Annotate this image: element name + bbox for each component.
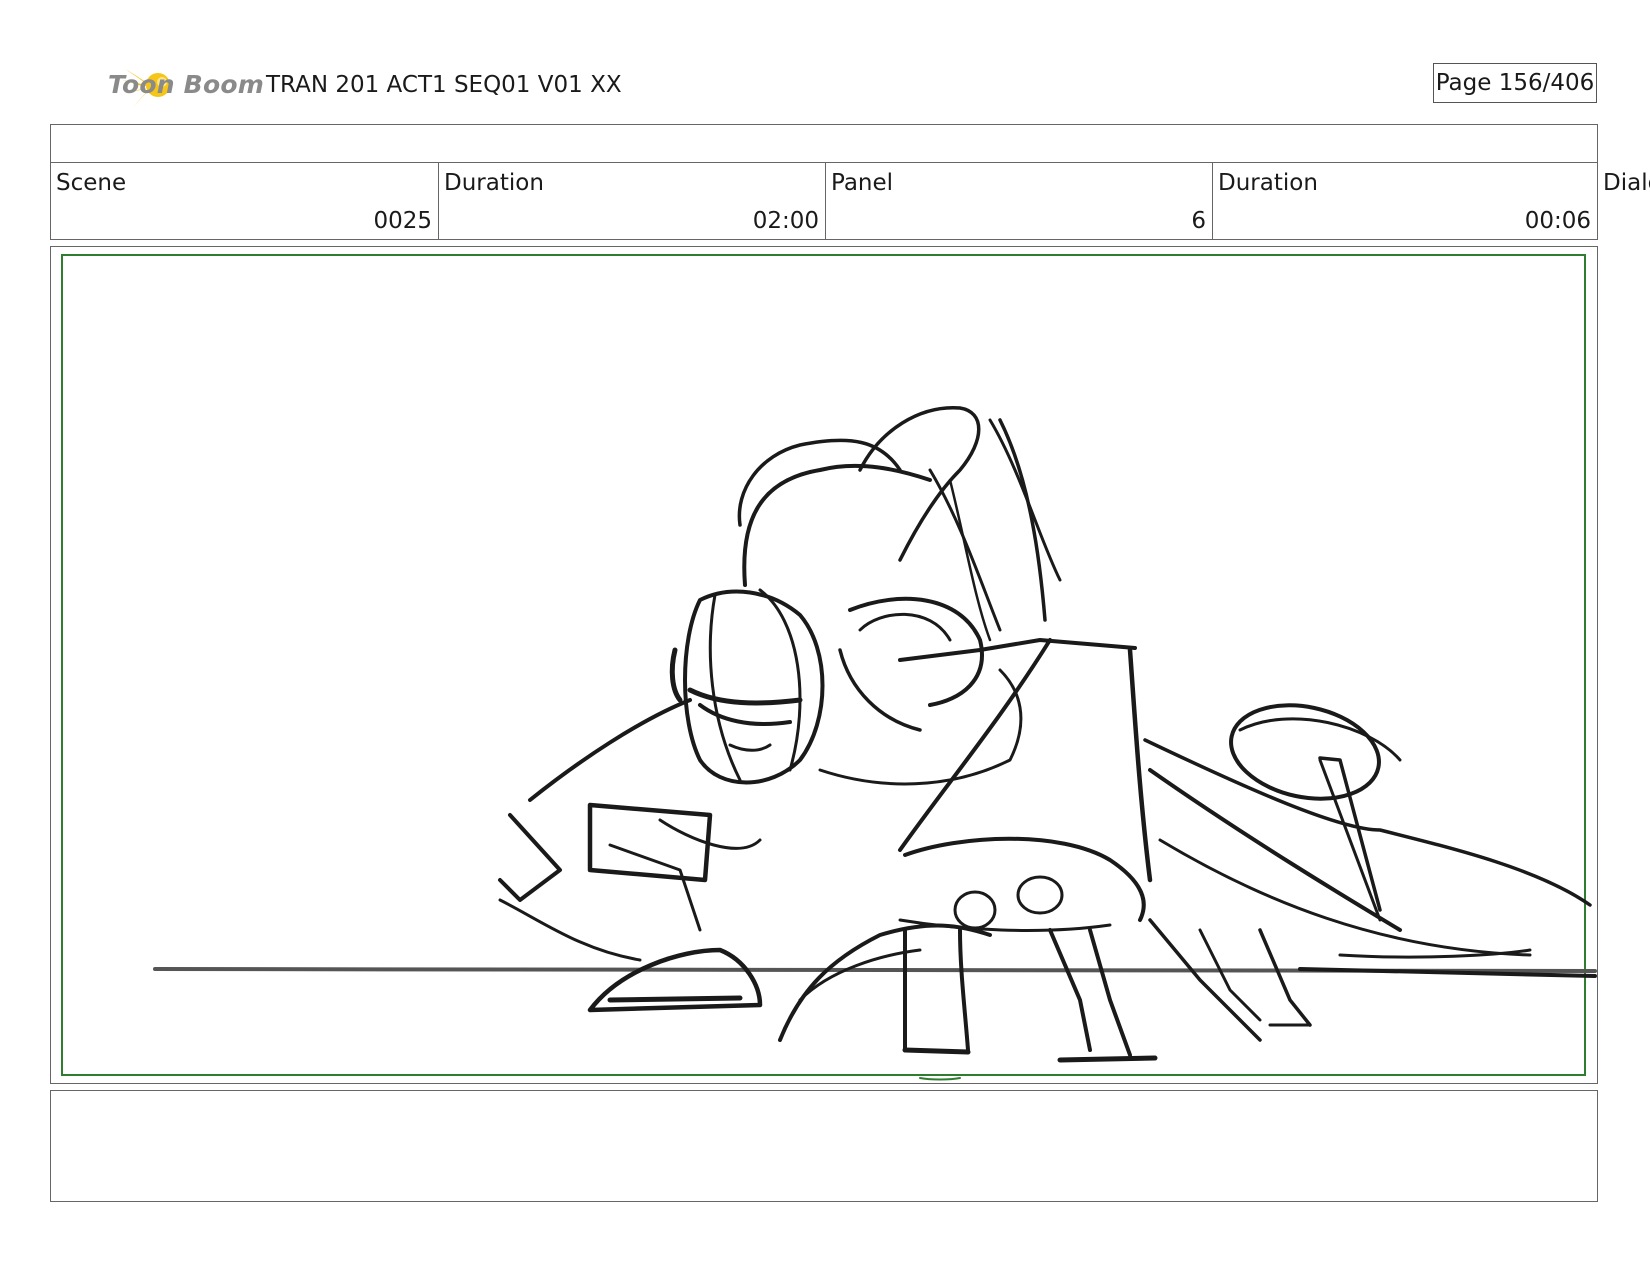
- notes-box: [50, 1090, 1598, 1202]
- storyboard-sketch: [153, 406, 1597, 1081]
